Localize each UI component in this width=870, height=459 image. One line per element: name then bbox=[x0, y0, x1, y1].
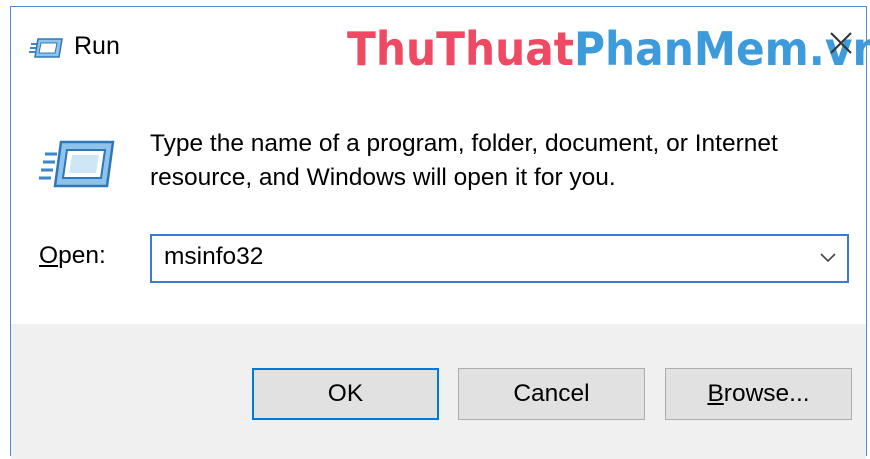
dialog-content: Type the name of a program, folder, docu… bbox=[11, 79, 866, 324]
dialog-description: Type the name of a program, folder, docu… bbox=[150, 127, 850, 195]
run-icon bbox=[39, 134, 115, 194]
run-dialog: Run ThuThuatPhanMem.vn Type the name of … bbox=[10, 6, 870, 459]
description-line: resource, and Windows will open it for y… bbox=[150, 164, 616, 191]
window-title: Run bbox=[74, 32, 120, 60]
chevron-down-icon bbox=[820, 253, 836, 263]
dropdown-button[interactable] bbox=[819, 250, 837, 264]
close-icon bbox=[830, 32, 852, 54]
title-bar[interactable]: Run ThuThuatPhanMem.vn bbox=[11, 7, 870, 79]
cancel-button[interactable]: Cancel bbox=[458, 368, 645, 420]
browse-button[interactable]: Browse... bbox=[665, 368, 852, 420]
button-bar: OK Cancel Browse... bbox=[11, 324, 866, 459]
close-button[interactable] bbox=[824, 25, 858, 61]
run-icon bbox=[29, 35, 63, 61]
open-label: Open: bbox=[39, 242, 106, 269]
open-input[interactable]: msinfo32 bbox=[164, 243, 263, 271]
description-line: Type the name of a program, folder, docu… bbox=[150, 130, 778, 157]
watermark-logo: ThuThuatPhanMem.vn bbox=[347, 22, 870, 76]
ok-button[interactable]: OK bbox=[252, 368, 439, 420]
open-combobox[interactable]: msinfo32 bbox=[150, 234, 849, 283]
